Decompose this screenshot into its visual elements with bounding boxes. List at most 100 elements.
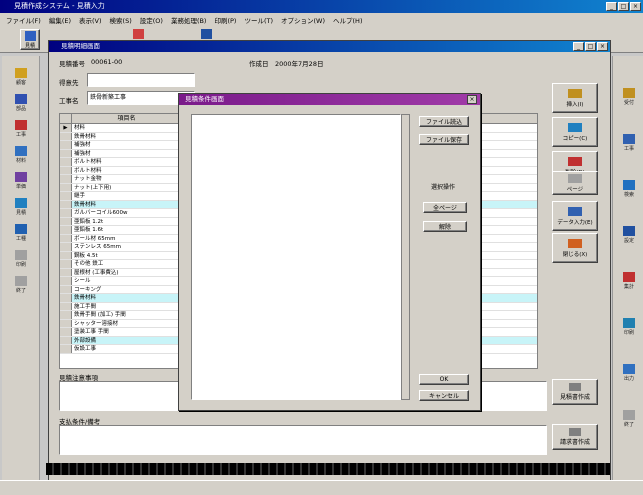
select-all-button[interactable]: 全ページ (423, 202, 467, 213)
sidebar-item[interactable]: 工種 (6, 224, 36, 246)
row-marker (60, 200, 72, 208)
sidebar-item-icon (15, 146, 27, 156)
menu-item[interactable]: 表示(V) (79, 15, 102, 25)
right-sidebar-item-label: 受付 (623, 100, 634, 106)
select-group-label: 選択操作 (431, 184, 456, 191)
right-sidebar-item[interactable]: 受付 (614, 88, 643, 110)
sidebar-item-icon (15, 224, 27, 234)
menu-item[interactable]: 検索(S) (110, 15, 132, 25)
menu-item[interactable]: ツール(T) (244, 15, 273, 25)
row-marker (60, 319, 72, 327)
create-invoice-button[interactable]: 請求書作成 (552, 424, 598, 450)
cancel-button[interactable]: キャンセル (419, 390, 469, 401)
menu-item[interactable]: ヘルプ(H) (333, 15, 362, 25)
right-sidebar-item-icon (623, 318, 635, 328)
right-sidebar-item[interactable]: 集計 (614, 272, 643, 294)
dialog-list[interactable] (191, 114, 401, 400)
right-sidebar-item[interactable]: 出力 (614, 364, 643, 386)
row-item-name: シール (72, 277, 182, 285)
action-button[interactable]: コピー(C) (552, 117, 598, 147)
menu-item[interactable]: 設定(O) (140, 15, 163, 25)
clear-selection-button[interactable]: 解除 (423, 221, 467, 232)
action-button[interactable]: 挿入(I) (552, 83, 598, 113)
right-sidebar-item[interactable]: 印刷 (614, 318, 643, 340)
action-button-icon (568, 238, 582, 248)
file-read-button[interactable]: ファイル読込 (419, 116, 469, 127)
right-sidebar-item-icon (623, 272, 635, 282)
right-sidebar-item-label: 工事 (623, 146, 634, 152)
row-marker (60, 234, 72, 242)
grid-scrollbar[interactable] (537, 113, 547, 369)
file-save-button[interactable]: ファイル保存 (419, 134, 469, 145)
sidebar-item-label: 見積 (15, 210, 26, 216)
app-title-bar: 見積作成システム - 見積入力 (0, 0, 643, 13)
row-marker (60, 311, 72, 319)
minimize-icon[interactable]: _ (606, 2, 617, 11)
menu-bar: ファイル(F) 編集(E) 表示(V) 検索(S) 設定(O) 業務処理(B) 印刷(P) ツ… (0, 13, 643, 27)
row-item-name: 補強材 (72, 141, 182, 149)
sidebar-item-label: 終了 (15, 288, 26, 294)
right-sidebar-item[interactable]: 工事 (614, 134, 643, 156)
right-sidebar-item[interactable]: 終了 (614, 410, 643, 432)
remark2-field[interactable] (59, 425, 547, 455)
row-item-name: ガルバーコイル600w (72, 209, 182, 217)
dialog-list-scrollbar[interactable] (401, 114, 410, 400)
sidebar-item[interactable]: 見積 (6, 198, 36, 220)
row-marker (60, 209, 72, 217)
right-sidebar-item-label: 出力 (623, 376, 634, 382)
action-button[interactable]: ページ (552, 171, 598, 195)
sidebar-item[interactable]: 部品 (6, 94, 36, 116)
row-item-name: 塗装工事 手間 (72, 328, 182, 336)
close-icon[interactable]: × (597, 42, 608, 51)
action-button-icon (568, 206, 582, 216)
right-sidebar-item-label: 集計 (623, 284, 634, 290)
sidebar-item-icon (15, 120, 27, 130)
create-estimate-button[interactable]: 見積書作成 (552, 379, 598, 405)
sidebar-item[interactable]: 単価 (6, 172, 36, 194)
maximize-icon[interactable]: □ (618, 2, 629, 11)
menu-item[interactable]: 印刷(P) (214, 15, 236, 25)
date-label: 作成日 (249, 60, 269, 68)
action-button-icon (568, 173, 582, 183)
right-sidebar-item-label: 設定 (623, 238, 634, 244)
status-bar (0, 480, 643, 495)
row-item-name: コーキング (72, 285, 182, 293)
right-sidebar-item-label: 終了 (623, 422, 634, 428)
menu-item[interactable]: オプション(W) (281, 15, 325, 25)
action-button[interactable]: データ入力(E) (552, 201, 598, 231)
action-button-label: 閉じる(X) (562, 251, 588, 258)
row-marker (60, 243, 72, 251)
tool-icon (132, 29, 144, 39)
sidebar-item[interactable]: 終了 (6, 276, 36, 298)
sidebar-item[interactable]: 工事 (6, 120, 36, 142)
sidebar-item[interactable]: 印刷 (6, 250, 36, 272)
right-sidebar-item[interactable]: 検索 (614, 180, 643, 202)
row-marker (60, 183, 72, 191)
app-title: 見積作成システム - 見積入力 (14, 2, 105, 10)
menu-item[interactable]: 編集(E) (49, 15, 71, 25)
row-item-name: 鋼板 4.5t (72, 251, 182, 259)
estimate-condition-dialog: 見積条件画面 × ファイル読込 ファイル保存 選択操作 全ページ 解除 OK キ… (178, 93, 481, 411)
action-button-label: コピー(C) (562, 135, 588, 142)
row-marker (60, 158, 72, 166)
sidebar-item[interactable]: 顧客 (6, 68, 36, 90)
customer-label: 得意先 (59, 79, 79, 87)
toolbar-estimate-button[interactable]: 見積 (20, 29, 40, 50)
minimize-icon[interactable]: _ (573, 42, 584, 51)
close-icon[interactable]: × (467, 95, 477, 104)
sidebar-item[interactable]: 材料 (6, 146, 36, 168)
row-marker (60, 175, 72, 183)
ok-button[interactable]: OK (419, 374, 469, 385)
menu-item[interactable]: 業務処理(B) (171, 15, 207, 25)
right-sidebar-item[interactable]: 設定 (614, 226, 643, 248)
row-marker (60, 336, 72, 344)
right-sidebar-item-icon (623, 364, 635, 374)
maximize-icon[interactable]: □ (585, 42, 596, 51)
sidebar-item-icon (15, 68, 27, 78)
action-button[interactable]: 閉じる(X) (552, 233, 598, 263)
close-icon[interactable]: × (630, 2, 641, 11)
menu-item[interactable]: ファイル(F) (6, 15, 41, 25)
customer-field[interactable] (87, 73, 195, 87)
row-marker (60, 141, 72, 149)
print-icon (569, 428, 581, 436)
